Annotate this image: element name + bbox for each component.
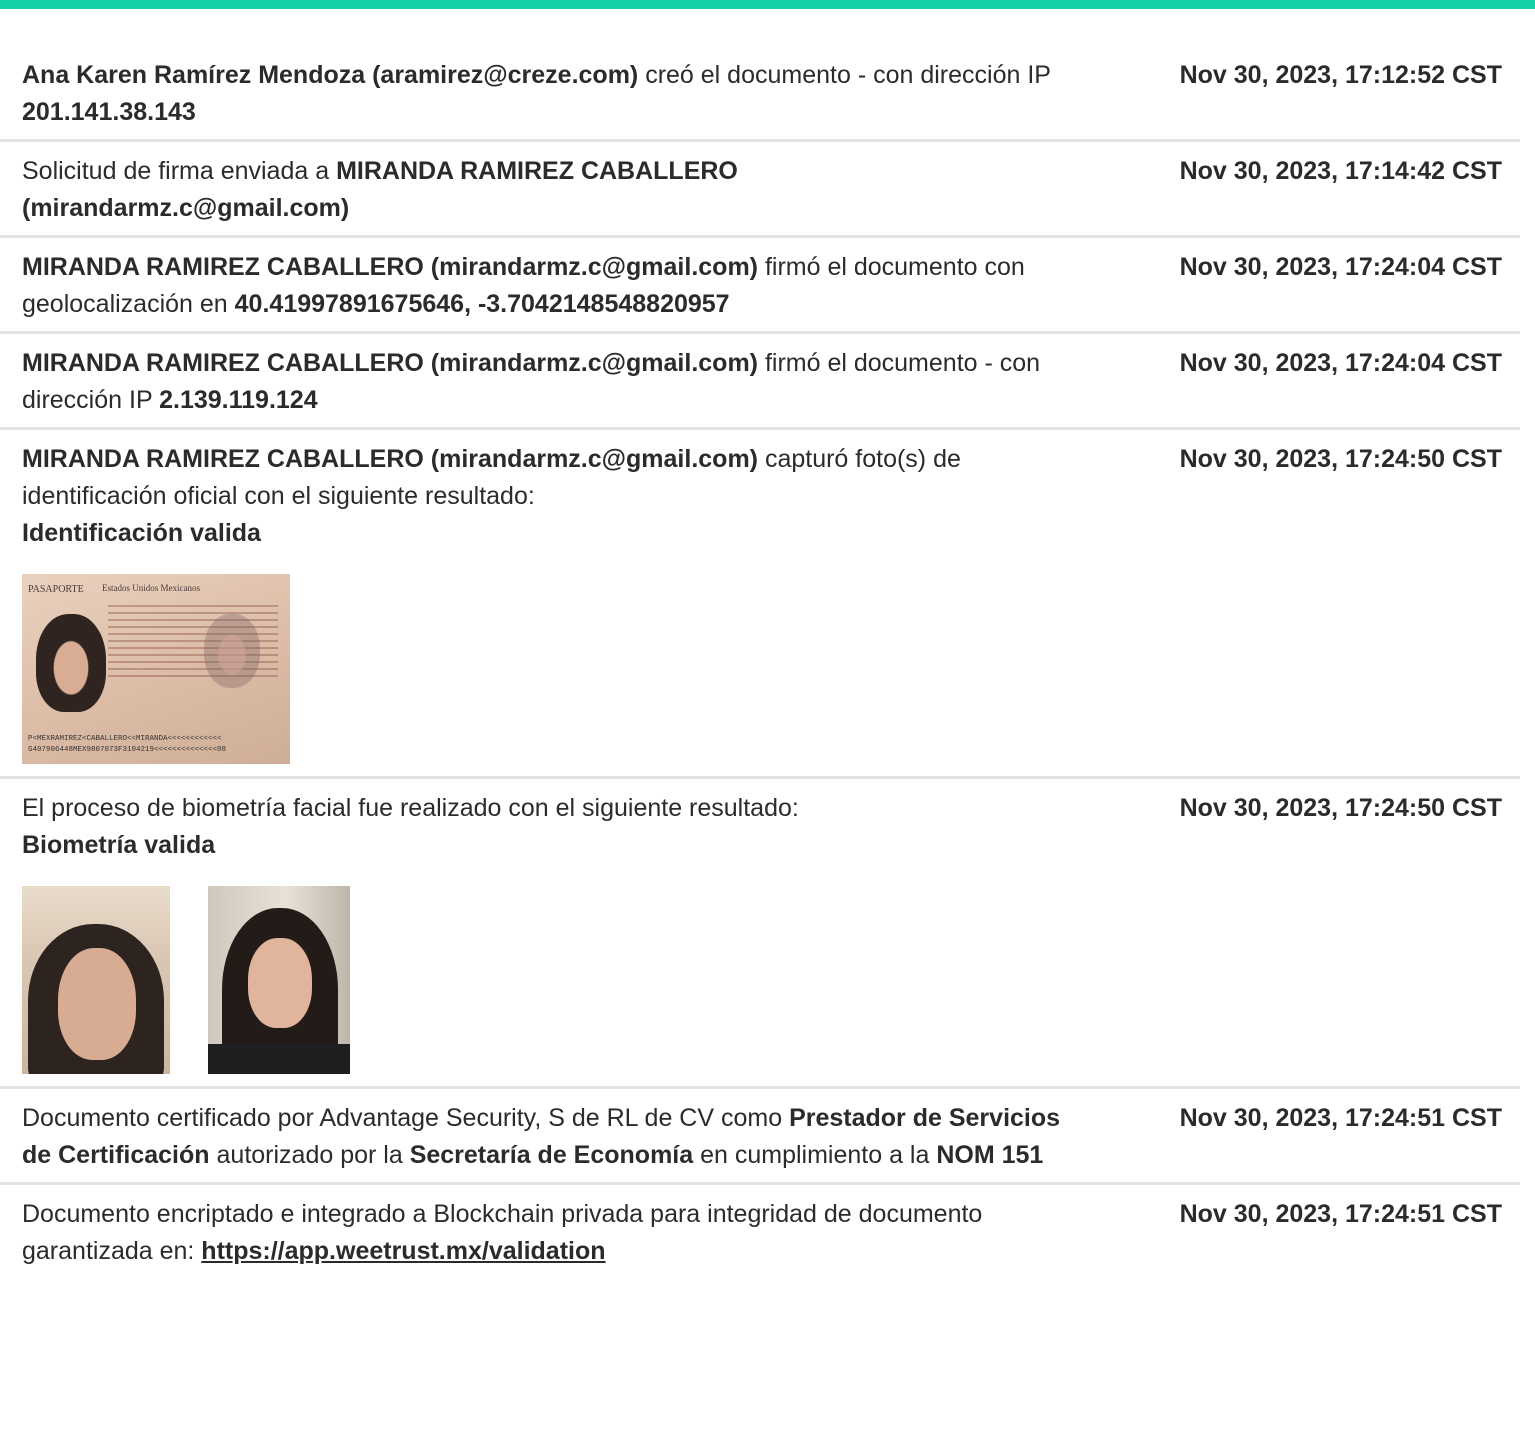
- text: en cumplimiento a la: [693, 1141, 937, 1169]
- entry-description: Documento certificado por Advantage Secu…: [22, 1100, 1072, 1174]
- audit-log: Ana Karen Ramírez Mendoza (aramirez@crez…: [0, 46, 1535, 1278]
- selfie-photo: [208, 886, 350, 1074]
- entry-description: MIRANDA RAMIREZ CABALLERO (mirandarmz.c@…: [22, 441, 1072, 552]
- passport-mrz: P<MEXRAMIREZ<CABALLERO<<MIRANDA<<<<<<<<<…: [28, 734, 288, 756]
- text: autorizado por la: [209, 1141, 410, 1169]
- bold-text: 201.141.38.143: [22, 98, 196, 126]
- entry-timestamp: Nov 30, 2023, 17:24:50 CST: [1179, 445, 1502, 473]
- entry-description: MIRANDA RAMIREZ CABALLERO (mirandarmz.c@…: [22, 345, 1072, 419]
- text: El proceso de biometría facial fue reali…: [22, 794, 799, 822]
- passport-title: PASAPORTE: [28, 584, 84, 595]
- log-entry: MIRANDA RAMIREZ CABALLERO (mirandarmz.c@…: [0, 334, 1520, 430]
- bold-text: Secretaría de Economía: [409, 1141, 694, 1169]
- entry-timestamp: Nov 30, 2023, 17:24:51 CST: [1179, 1200, 1502, 1228]
- bold-text: Biometría valida: [22, 831, 216, 859]
- text: Documento certificado por Advantage Secu…: [22, 1104, 790, 1132]
- passport-face: [36, 614, 106, 712]
- bold-text: NOM 151: [936, 1141, 1044, 1169]
- bold-text: MIRANDA RAMIREZ CABALLERO (mirandarmz.c@…: [22, 445, 758, 473]
- bold-text: MIRANDA RAMIREZ CABALLERO (mirandarmz.c@…: [22, 349, 758, 377]
- passport-ghost-face: [204, 614, 260, 688]
- entry-description: Documento encriptado e integrado a Block…: [22, 1196, 1072, 1270]
- mrz-line: P<MEXRAMIREZ<CABALLERO<<MIRANDA<<<<<<<<<…: [28, 735, 222, 743]
- face: [248, 938, 312, 1028]
- log-entry: Ana Karen Ramírez Mendoza (aramirez@crez…: [0, 46, 1520, 142]
- entry-description: El proceso de biometría facial fue reali…: [22, 790, 1072, 864]
- entry-description: Solicitud de firma enviada a MIRANDA RAM…: [22, 153, 1072, 227]
- entry-timestamp: Nov 30, 2023, 17:24:51 CST: [1179, 1104, 1502, 1132]
- face: [58, 948, 136, 1060]
- log-entry: MIRANDA RAMIREZ CABALLERO (mirandarmz.c@…: [0, 238, 1520, 334]
- log-entry: El proceso de biometría facial fue reali…: [0, 779, 1520, 1089]
- entry-timestamp: Nov 30, 2023, 17:12:52 CST: [1179, 61, 1502, 89]
- text: Solicitud de firma enviada a: [22, 157, 337, 185]
- bold-text: 2.139.119.124: [159, 386, 318, 414]
- entry-description: Ana Karen Ramírez Mendoza (aramirez@crez…: [22, 57, 1072, 131]
- log-entry: Documento certificado por Advantage Secu…: [0, 1089, 1520, 1185]
- shirt: [208, 1044, 350, 1074]
- validation-link[interactable]: https://app.weetrust.mx/validation: [201, 1237, 605, 1265]
- entry-timestamp: Nov 30, 2023, 17:24:04 CST: [1179, 349, 1502, 377]
- log-entry: MIRANDA RAMIREZ CABALLERO (mirandarmz.c@…: [0, 430, 1520, 779]
- id-face-crop-photo: [22, 886, 170, 1074]
- top-accent-bar: [0, 0, 1535, 9]
- log-entry: Solicitud de firma enviada a MIRANDA RAM…: [0, 142, 1520, 238]
- bold-text: 40.41997891675646, -3.7042148548820957: [234, 290, 730, 318]
- entry-timestamp: Nov 30, 2023, 17:14:42 CST: [1179, 157, 1502, 185]
- photo-row: [22, 886, 1520, 1074]
- text: creó el documento - con dirección IP: [638, 61, 1051, 89]
- entry-timestamp: Nov 30, 2023, 17:24:04 CST: [1179, 253, 1502, 281]
- passport-header: Estados Unidos Mexicanos: [102, 583, 200, 593]
- bold-text: Identificación valida: [22, 519, 261, 547]
- passport-photo: PASAPORTE Estados Unidos Mexicanos P<MEXRA…: [22, 574, 290, 764]
- mrz-line: G407906448MEX9807073F3104219<<<<<<<<<<<<…: [28, 746, 227, 754]
- log-entry: Documento encriptado e integrado a Block…: [0, 1185, 1520, 1278]
- bold-text: MIRANDA RAMIREZ CABALLERO (mirandarmz.c@…: [22, 253, 758, 281]
- photo-row: PASAPORTE Estados Unidos Mexicanos P<MEXRA…: [22, 574, 1520, 764]
- entry-description: MIRANDA RAMIREZ CABALLERO (mirandarmz.c@…: [22, 249, 1072, 323]
- entry-timestamp: Nov 30, 2023, 17:24:50 CST: [1179, 794, 1502, 822]
- bold-text: Ana Karen Ramírez Mendoza (aramirez@crez…: [22, 61, 639, 89]
